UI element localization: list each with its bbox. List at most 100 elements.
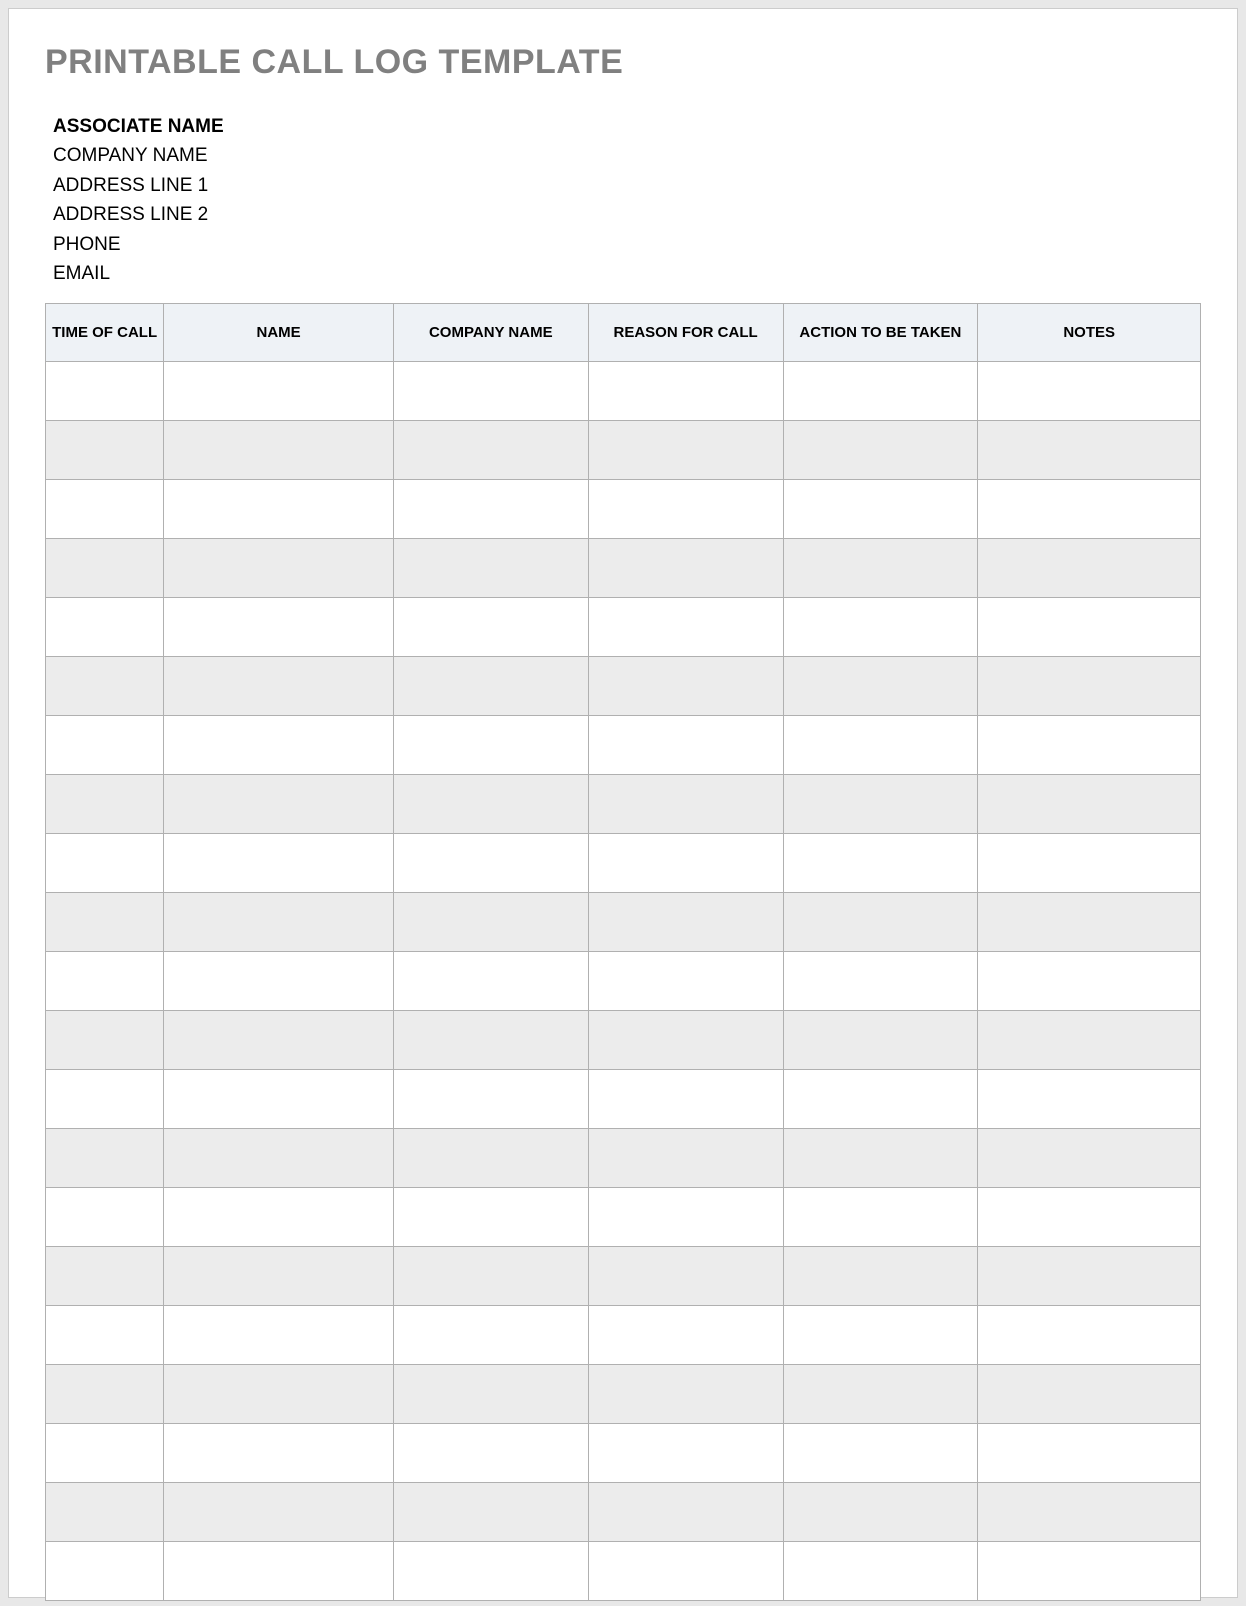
cell-reason: [588, 1069, 783, 1128]
cell-company: [393, 420, 588, 479]
cell-name: [164, 1305, 394, 1364]
cell-reason: [588, 892, 783, 951]
cell-reason: [588, 1128, 783, 1187]
cell-company: [393, 1069, 588, 1128]
cell-company: [393, 361, 588, 420]
cell-time: [46, 420, 164, 479]
company-name-label: COMPANY NAME: [53, 141, 1201, 170]
cell-action: [783, 1010, 978, 1069]
table-row: [46, 1010, 1201, 1069]
cell-action: [783, 597, 978, 656]
cell-company: [393, 538, 588, 597]
cell-time: [46, 715, 164, 774]
cell-reason: [588, 656, 783, 715]
call-log-table: TIME OF CALL NAME COMPANY NAME REASON FO…: [45, 303, 1201, 1601]
table-row: [46, 1541, 1201, 1600]
header-time-of-call: TIME OF CALL: [46, 303, 164, 361]
cell-company: [393, 1128, 588, 1187]
cell-notes: [978, 833, 1201, 892]
cell-reason: [588, 1010, 783, 1069]
table-row: [46, 1423, 1201, 1482]
table-row: [46, 1187, 1201, 1246]
cell-company: [393, 892, 588, 951]
cell-action: [783, 1541, 978, 1600]
cell-action: [783, 656, 978, 715]
cell-time: [46, 1364, 164, 1423]
cell-time: [46, 361, 164, 420]
cell-time: [46, 892, 164, 951]
cell-notes: [978, 1128, 1201, 1187]
cell-reason: [588, 361, 783, 420]
cell-name: [164, 656, 394, 715]
cell-notes: [978, 892, 1201, 951]
cell-action: [783, 833, 978, 892]
cell-action: [783, 715, 978, 774]
cell-reason: [588, 951, 783, 1010]
header-reason-for-call: REASON FOR CALL: [588, 303, 783, 361]
cell-reason: [588, 1187, 783, 1246]
cell-notes: [978, 597, 1201, 656]
cell-reason: [588, 1423, 783, 1482]
cell-name: [164, 361, 394, 420]
cell-name: [164, 1541, 394, 1600]
cell-notes: [978, 1541, 1201, 1600]
cell-name: [164, 1246, 394, 1305]
cell-reason: [588, 1541, 783, 1600]
cell-time: [46, 479, 164, 538]
table-row: [46, 892, 1201, 951]
cell-notes: [978, 361, 1201, 420]
cell-time: [46, 1069, 164, 1128]
cell-reason: [588, 715, 783, 774]
cell-action: [783, 1364, 978, 1423]
cell-time: [46, 951, 164, 1010]
cell-notes: [978, 1364, 1201, 1423]
table-row: [46, 538, 1201, 597]
cell-company: [393, 1187, 588, 1246]
table-row: [46, 715, 1201, 774]
address-line-1: ADDRESS LINE 1: [53, 171, 1201, 200]
cell-reason: [588, 1482, 783, 1541]
cell-company: [393, 1482, 588, 1541]
associate-name-label: ASSOCIATE NAME: [53, 112, 1201, 141]
cell-reason: [588, 774, 783, 833]
cell-company: [393, 597, 588, 656]
cell-notes: [978, 1423, 1201, 1482]
cell-action: [783, 538, 978, 597]
cell-notes: [978, 1482, 1201, 1541]
table-row: [46, 1246, 1201, 1305]
cell-company: [393, 1423, 588, 1482]
cell-time: [46, 1128, 164, 1187]
cell-notes: [978, 1187, 1201, 1246]
cell-notes: [978, 1246, 1201, 1305]
header-name: NAME: [164, 303, 394, 361]
cell-name: [164, 479, 394, 538]
cell-name: [164, 1423, 394, 1482]
cell-company: [393, 656, 588, 715]
cell-time: [46, 538, 164, 597]
cell-reason: [588, 1246, 783, 1305]
cell-name: [164, 1010, 394, 1069]
cell-name: [164, 892, 394, 951]
header-company-name: COMPANY NAME: [393, 303, 588, 361]
cell-action: [783, 361, 978, 420]
cell-time: [46, 1187, 164, 1246]
cell-notes: [978, 1010, 1201, 1069]
table-row: [46, 361, 1201, 420]
document-page: PRINTABLE CALL LOG TEMPLATE ASSOCIATE NA…: [8, 8, 1238, 1598]
cell-time: [46, 774, 164, 833]
cell-time: [46, 1010, 164, 1069]
cell-name: [164, 1187, 394, 1246]
cell-company: [393, 479, 588, 538]
cell-company: [393, 1541, 588, 1600]
cell-action: [783, 1482, 978, 1541]
table-row: [46, 1305, 1201, 1364]
cell-action: [783, 420, 978, 479]
table-row: [46, 833, 1201, 892]
cell-notes: [978, 774, 1201, 833]
table-row: [46, 420, 1201, 479]
cell-action: [783, 1305, 978, 1364]
cell-reason: [588, 1364, 783, 1423]
cell-action: [783, 1187, 978, 1246]
cell-company: [393, 1010, 588, 1069]
cell-reason: [588, 479, 783, 538]
